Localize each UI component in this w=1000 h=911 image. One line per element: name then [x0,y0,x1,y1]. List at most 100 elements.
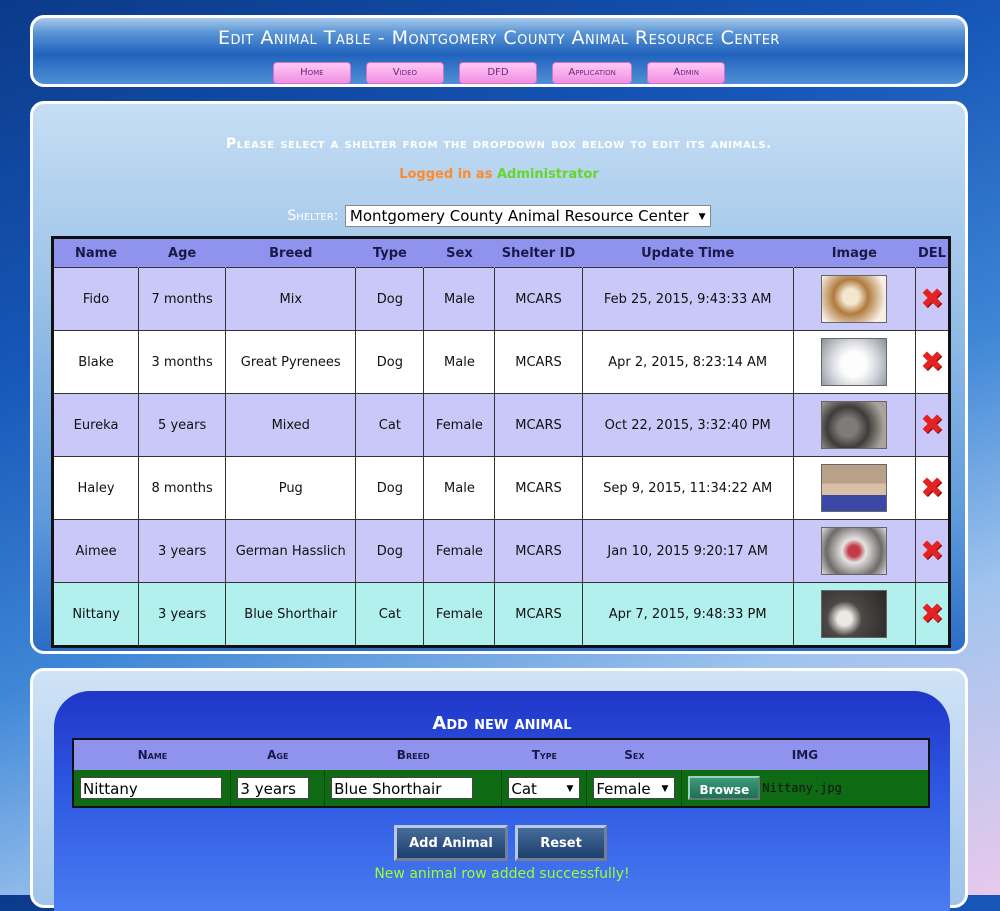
type-select-value: Cat [511,780,537,798]
cell-name[interactable]: Nittany [51,582,140,647]
table-row[interactable]: Fido 7 months Mix Dog Male MCARS Feb 25,… [51,267,951,331]
shelter-label: Shelter: [287,208,339,224]
chevron-down-icon: ▼ [566,784,574,794]
cell-name[interactable]: Eureka [51,393,140,457]
cell-image [792,393,916,457]
cell-shelter-id[interactable]: MCARS [494,393,583,457]
delete-icon[interactable]: ✖ [920,348,943,376]
column-header-sex: Sex [423,237,495,268]
cell-age[interactable]: 3 years [138,582,227,647]
cell-name[interactable]: Aimee [51,519,140,583]
breed-input[interactable]: Blue Shorthair [331,777,474,799]
success-message: New animal row added successfully! [374,866,630,882]
cell-image [792,519,916,583]
column-header-del: DEL [914,237,950,268]
cell-breed[interactable]: Pug [225,456,357,520]
cell-sex[interactable]: Female [423,582,496,647]
nav-application-button[interactable]: Application [552,62,633,84]
cell-sex[interactable]: Male [423,267,496,331]
animal-photo [821,401,888,449]
column-header-breed: Breed [225,237,356,268]
cell-name[interactable]: Haley [51,456,140,520]
cell-type[interactable]: Dog [355,330,425,394]
table-row[interactable]: Eureka 5 years Mixed Cat Female MCARS Oc… [51,393,951,457]
cell-type[interactable]: Dog [355,267,425,331]
column-header-name: Name [51,237,139,268]
table-row[interactable]: Blake 3 months Great Pyrenees Dog Male M… [51,330,951,394]
cell-age[interactable]: 3 years [138,519,227,583]
cell-del: ✖ [914,393,951,457]
cell-shelter-id[interactable]: MCARS [494,267,583,331]
name-input[interactable]: Nittany [80,777,222,799]
cell-shelter-id[interactable]: MCARS [494,519,583,583]
chevron-down-icon: ▼ [661,784,669,794]
cell-age[interactable]: 8 months [138,456,227,520]
cell-breed[interactable]: Mixed [225,393,357,457]
browse-button[interactable]: Browse [688,776,761,800]
instruction-text: Please select a shelter from the dropdow… [225,136,773,152]
column-header-type: Type [355,237,424,268]
add-animal-button[interactable]: Add Animal [394,825,508,861]
delete-icon[interactable]: ✖ [920,474,943,502]
chevron-down-icon: ▼ [698,211,706,222]
cell-name[interactable]: Fido [51,267,140,331]
table-row[interactable]: Nittany 3 years Blue Shorthair Cat Femal… [51,582,951,647]
cell-breed[interactable]: Blue Shorthair [225,582,357,647]
cell-shelter-id[interactable]: MCARS [494,582,583,647]
cell-shelter-id[interactable]: MCARS [494,330,583,394]
nav-bar: Home Video DFD Application Admin [33,60,965,84]
nav-video-button[interactable]: Video [365,62,444,84]
nav-dfd-button[interactable]: DFD [459,62,537,84]
reset-button[interactable]: Reset [515,825,607,861]
cell-age[interactable]: 3 months [138,330,227,394]
add-animal-form: Name Age Breed Type Sex IMG Nittany 3 ye… [72,738,930,808]
cell-image [792,267,916,331]
cell-sex[interactable]: Female [423,393,496,457]
shelter-dropdown[interactable]: Montgomery County Animal Resource Center… [344,205,711,227]
cell-age[interactable]: 7 months [138,267,227,331]
add-form-header-row: Name Age Breed Type Sex IMG [73,739,929,770]
animal-photo [821,338,888,386]
nav-home-button[interactable]: Home [272,62,351,84]
cell-type[interactable]: Dog [355,519,425,583]
cell-breed[interactable]: Great Pyrenees [225,330,357,394]
cell-age[interactable]: 5 years [138,393,227,457]
cell-breed[interactable]: German Hasslich [225,519,357,583]
cell-name[interactable]: Blake [51,330,140,394]
add-header-sex: Sex [586,739,682,770]
login-user: Administrator [496,167,599,182]
cell-type[interactable]: Cat [355,582,425,647]
cell-type[interactable]: Dog [355,456,425,520]
cell-del: ✖ [914,267,951,331]
add-header-type: Type [501,739,587,770]
animal-photo [821,527,888,575]
table-row[interactable]: Aimee 3 years German Hasslich Dog Female… [51,519,951,583]
table-row[interactable]: Haley 8 months Pug Dog Male MCARS Sep 9,… [51,456,951,520]
delete-icon[interactable]: ✖ [920,537,943,565]
animal-photo [821,590,888,638]
age-input[interactable]: 3 years [237,777,310,799]
add-form-input-row: Nittany 3 years Blue Shorthair Cat ▼ Fema… [72,770,929,807]
sex-select[interactable]: Female ▼ [593,777,676,799]
add-type-cell: Cat ▼ [501,770,587,807]
add-name-cell: Nittany [72,770,231,807]
column-header-age: Age [138,237,226,268]
cell-del: ✖ [914,330,951,394]
cell-update-time: Jan 10, 2015 9:20:17 AM [581,519,794,583]
cell-type[interactable]: Cat [355,393,425,457]
cell-sex[interactable]: Male [423,456,496,520]
cell-breed[interactable]: Mix [225,267,357,331]
add-section: Add new animal Name Age Breed Type Sex I… [30,668,968,911]
delete-icon[interactable]: ✖ [920,285,943,313]
animal-table: Name Age Breed Type Sex Shelter ID Updat… [51,236,951,648]
type-select[interactable]: Cat ▼ [508,777,581,799]
nav-admin-button[interactable]: Admin [647,62,726,84]
cell-sex[interactable]: Male [423,330,496,394]
cell-update-time: Apr 7, 2015, 9:48:33 PM [581,582,794,647]
cell-del: ✖ [914,519,951,583]
add-animal-panel: Add new animal Name Age Breed Type Sex I… [54,691,950,911]
cell-sex[interactable]: Female [423,519,496,583]
cell-shelter-id[interactable]: MCARS [494,456,583,520]
delete-icon[interactable]: ✖ [920,600,943,628]
delete-icon[interactable]: ✖ [920,411,943,439]
